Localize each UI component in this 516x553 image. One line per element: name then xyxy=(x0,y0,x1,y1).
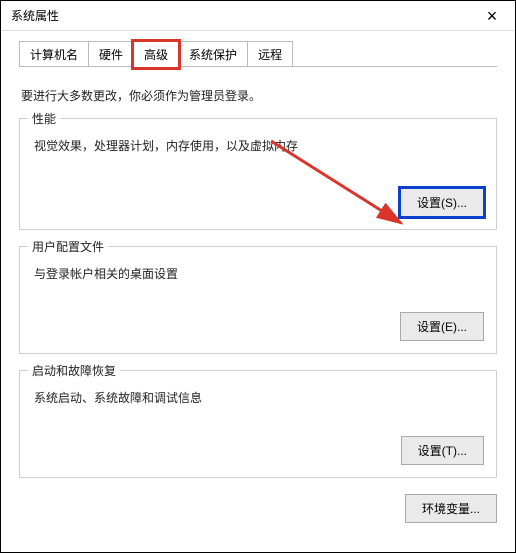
group-user-profiles-text: 与登录帐户相关的桌面设置 xyxy=(34,265,484,282)
group-startup-recovery-legend: 启动和故障恢复 xyxy=(28,362,120,379)
group-performance-text: 视觉效果，处理器计划，内存使用，以及虚拟内存 xyxy=(34,137,484,154)
footer-row: 环境变量... xyxy=(19,494,497,523)
group-startup-recovery-text: 系统启动、系统故障和调试信息 xyxy=(34,389,484,406)
group-performance: 性能 视觉效果，处理器计划，内存使用，以及虚拟内存 设置(S)... xyxy=(19,118,497,230)
settings-e-button[interactable]: 设置(E)... xyxy=(400,312,484,341)
tab-remote[interactable]: 远程 xyxy=(247,41,293,67)
group-startup-recovery: 启动和故障恢复 系统启动、系统故障和调试信息 设置(T)... xyxy=(19,370,497,478)
settings-t-button[interactable]: 设置(T)... xyxy=(401,436,484,465)
admin-description: 要进行大多数更改，你必须作为管理员登录。 xyxy=(21,87,495,104)
group-performance-legend: 性能 xyxy=(28,110,60,127)
tabs: 计算机名 硬件 高级 系统保护 远程 xyxy=(19,41,497,67)
env-vars-button[interactable]: 环境变量... xyxy=(405,494,497,523)
group-user-profiles-legend: 用户配置文件 xyxy=(28,238,108,255)
content-area: 计算机名 硬件 高级 系统保护 远程 要进行大多数更改，你必须作为管理员登录。 … xyxy=(1,31,515,552)
tab-underline xyxy=(19,66,497,67)
tab-computer-name[interactable]: 计算机名 xyxy=(19,41,89,67)
window-title: 系统属性 xyxy=(11,7,59,24)
settings-s-button[interactable]: 设置(S)... xyxy=(400,188,484,217)
group-startup-recovery-btnrow: 设置(T)... xyxy=(32,436,484,465)
tab-hardware[interactable]: 硬件 xyxy=(88,41,134,67)
tab-advanced[interactable]: 高级 xyxy=(133,41,179,68)
system-properties-window: 系统属性 × 计算机名 硬件 高级 系统保护 远程 要进行大多数更改，你必须作为… xyxy=(0,0,516,553)
group-performance-btnrow: 设置(S)... xyxy=(32,188,484,217)
titlebar: 系统属性 × xyxy=(1,1,515,31)
group-user-profiles: 用户配置文件 与登录帐户相关的桌面设置 设置(E)... xyxy=(19,246,497,354)
group-user-profiles-btnrow: 设置(E)... xyxy=(32,312,484,341)
close-icon[interactable]: × xyxy=(477,1,507,31)
tab-system-protection[interactable]: 系统保护 xyxy=(178,41,248,67)
